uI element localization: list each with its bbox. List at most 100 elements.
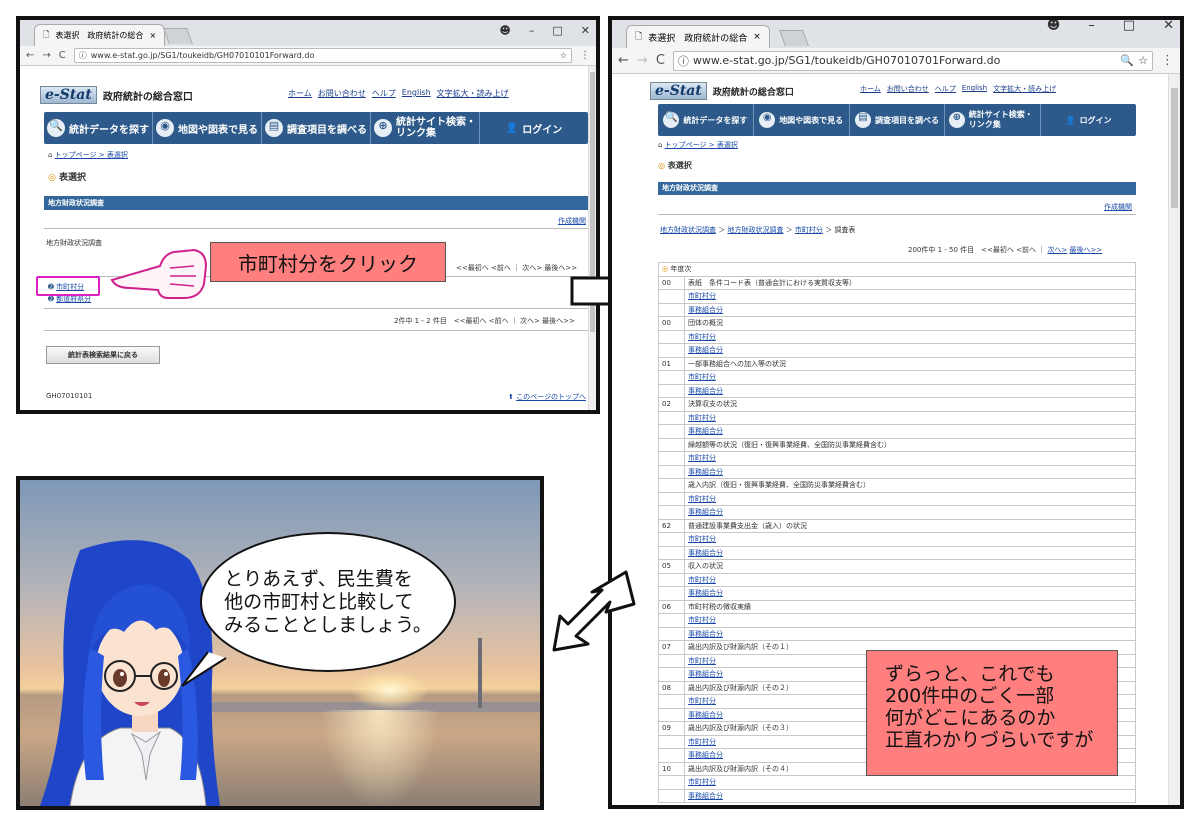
close-window-icon[interactable]: ✕ [581,24,590,37]
browser-tab[interactable]: 🗋 表選択 政府統計の総合 × [626,25,770,48]
row-link[interactable]: 事務組合分 [684,545,1136,560]
link-prefecture[interactable]: 都道府県分 [56,295,91,303]
estat-logo[interactable]: e-Stat [40,86,97,104]
row-link[interactable]: 事務組合分 [684,424,1136,439]
table-row[interactable]: 市町村分 [658,491,1136,506]
table-row[interactable]: 市町村分 [658,451,1136,466]
nav-site-links[interactable]: ⊕ 統計サイト検索・リンク集 [945,104,1042,136]
bookmark-star-icon[interactable]: ☆ [560,51,567,60]
table-row[interactable]: 事務組合分 [658,545,1136,560]
zoom-icon[interactable]: 🔍 [1120,54,1134,67]
table-row[interactable]: 事務組合分 [658,343,1136,358]
close-window-icon[interactable]: ✕ [1163,20,1174,33]
table-row[interactable]: 市町村分 [658,410,1136,425]
creator-link[interactable]: 作成機関 [1104,202,1132,212]
back-to-results-button[interactable]: 統計表検索結果に戻る [46,346,160,364]
pagination-bottom[interactable]: 2件中 1 - 2 件目 <<最初へ <前へ ｜ 次へ> 最後へ>> [394,316,575,326]
scrollbar[interactable] [588,66,596,410]
bookmark-star-icon[interactable]: ☆ [1138,54,1148,67]
profile-icon[interactable]: ☻ [499,24,510,37]
nav-search-data[interactable]: 🔍 統計データを探す [44,112,153,144]
table-row[interactable]: 事務組合分 [658,788,1136,803]
row-link[interactable]: 市町村分 [684,451,1136,466]
table-row[interactable]: 事務組合分 [658,505,1136,520]
table-row[interactable]: 事務組合分 [658,626,1136,641]
profile-icon[interactable]: ☻ [1047,20,1061,33]
minimize-icon[interactable]: – [1088,20,1095,33]
maximize-icon[interactable]: □ [552,24,562,37]
nav-search-data[interactable]: 🔍 統計データを探す [658,104,754,136]
table-row[interactable]: 市町村分 [658,572,1136,587]
next-link[interactable]: 次へ> [1047,246,1067,254]
row-link[interactable]: 市町村分 [684,532,1136,547]
toplink-text-size[interactable]: 文字拡大・読み上げ [993,84,1056,94]
menu-icon[interactable]: ⋮ [580,50,590,61]
row-link[interactable]: 事務組合分 [684,464,1136,479]
row-link[interactable]: 事務組合分 [684,343,1136,358]
estat-logo[interactable]: e-Stat [650,82,707,100]
row-link[interactable]: 事務組合分 [684,626,1136,641]
row-link[interactable]: 事務組合分 [684,788,1136,803]
new-tab-button[interactable] [163,28,193,44]
row-link[interactable]: 市町村分 [684,329,1136,344]
nav-login[interactable]: 👤 ログイン [1041,104,1136,136]
table-row[interactable]: 市町村分 [658,370,1136,385]
close-tab-icon[interactable]: × [149,31,156,40]
nav-survey-items[interactable]: ▤ 調査項目を調べる [262,112,371,144]
table-row[interactable]: 事務組合分 [658,586,1136,601]
row-link[interactable]: 市町村分 [684,370,1136,385]
table-row[interactable]: 市町村分 [658,329,1136,344]
scrollbar[interactable] [1168,74,1180,805]
table-row[interactable]: 市町村分 [658,775,1136,790]
row-link[interactable]: 市町村分 [684,410,1136,425]
nav-site-links[interactable]: ⊕ 統計サイト検索・リンク集 [371,112,480,144]
forward-icon[interactable]: → [637,53,648,68]
table-row[interactable]: 市町村分 [658,532,1136,547]
row-link[interactable]: 事務組合分 [684,383,1136,398]
row-link[interactable]: 市町村分 [684,613,1136,628]
toplink-contact[interactable]: お問い合わせ [887,84,929,94]
row-link[interactable]: 事務組合分 [684,505,1136,520]
close-tab-icon[interactable]: × [753,32,761,42]
back-icon[interactable]: ← [618,53,629,68]
nav-login[interactable]: 👤 ログイン [480,112,588,144]
last-link[interactable]: 最後へ>> [1070,246,1103,254]
nav-map-charts[interactable]: ◉ 地図や図表で見る [153,112,262,144]
browser-tab[interactable]: 🗋 表選択 政府統計の総合 × [34,24,166,46]
pagination-top[interactable]: <<最初へ <前へ ｜ 次へ> 最後へ>> [456,263,577,273]
minimize-icon[interactable]: – [529,24,535,37]
toplink-english[interactable]: English [402,88,431,99]
to-top-link[interactable]: ⬆ このページのトップへ [508,392,586,402]
row-link[interactable]: 市町村分 [684,572,1136,587]
back-icon[interactable]: ← [26,50,34,61]
nav-map-charts[interactable]: ◉ 地図や図表で見る [754,104,850,136]
menu-icon[interactable]: ⋮ [1161,53,1174,68]
url-input[interactable]: ⓘ www.e-stat.go.jp/SG1/toukeidb/GH070107… [672,50,1153,71]
row-link[interactable]: 事務組合分 [684,586,1136,601]
nav-survey-items[interactable]: ▤ 調査項目を調べる [850,104,946,136]
toplink-help[interactable]: ヘルプ [372,88,396,99]
table-row[interactable]: 事務組合分 [658,383,1136,398]
table-row[interactable]: 事務組合分 [658,302,1136,317]
new-tab-button[interactable] [779,30,809,46]
creator-link[interactable]: 作成機関 [558,216,586,226]
forward-icon[interactable]: → [42,50,50,61]
table-row[interactable]: 市町村分 [658,289,1136,304]
table-row[interactable]: 市町村分 [658,613,1136,628]
url-input[interactable]: ⓘ www.e-stat.go.jp/SG1/toukeidb/GH070101… [73,48,572,63]
reload-icon[interactable]: C [656,53,665,68]
row-link[interactable]: 市町村分 [684,289,1136,304]
toplink-home[interactable]: ホーム [860,84,881,94]
maximize-icon[interactable]: □ [1123,20,1135,33]
toplink-home[interactable]: ホーム [288,88,312,99]
table-row[interactable]: 事務組合分 [658,424,1136,439]
toplink-text-size[interactable]: 文字拡大・読み上げ [437,88,509,99]
reload-icon[interactable]: C [59,50,66,61]
toplink-english[interactable]: English [962,84,987,94]
row-link[interactable]: 事務組合分 [684,302,1136,317]
row-link[interactable]: 市町村分 [684,775,1136,790]
toplink-contact[interactable]: お問い合わせ [318,88,366,99]
row-link[interactable]: 市町村分 [684,491,1136,506]
table-row[interactable]: 事務組合分 [658,464,1136,479]
toplink-help[interactable]: ヘルプ [935,84,956,94]
